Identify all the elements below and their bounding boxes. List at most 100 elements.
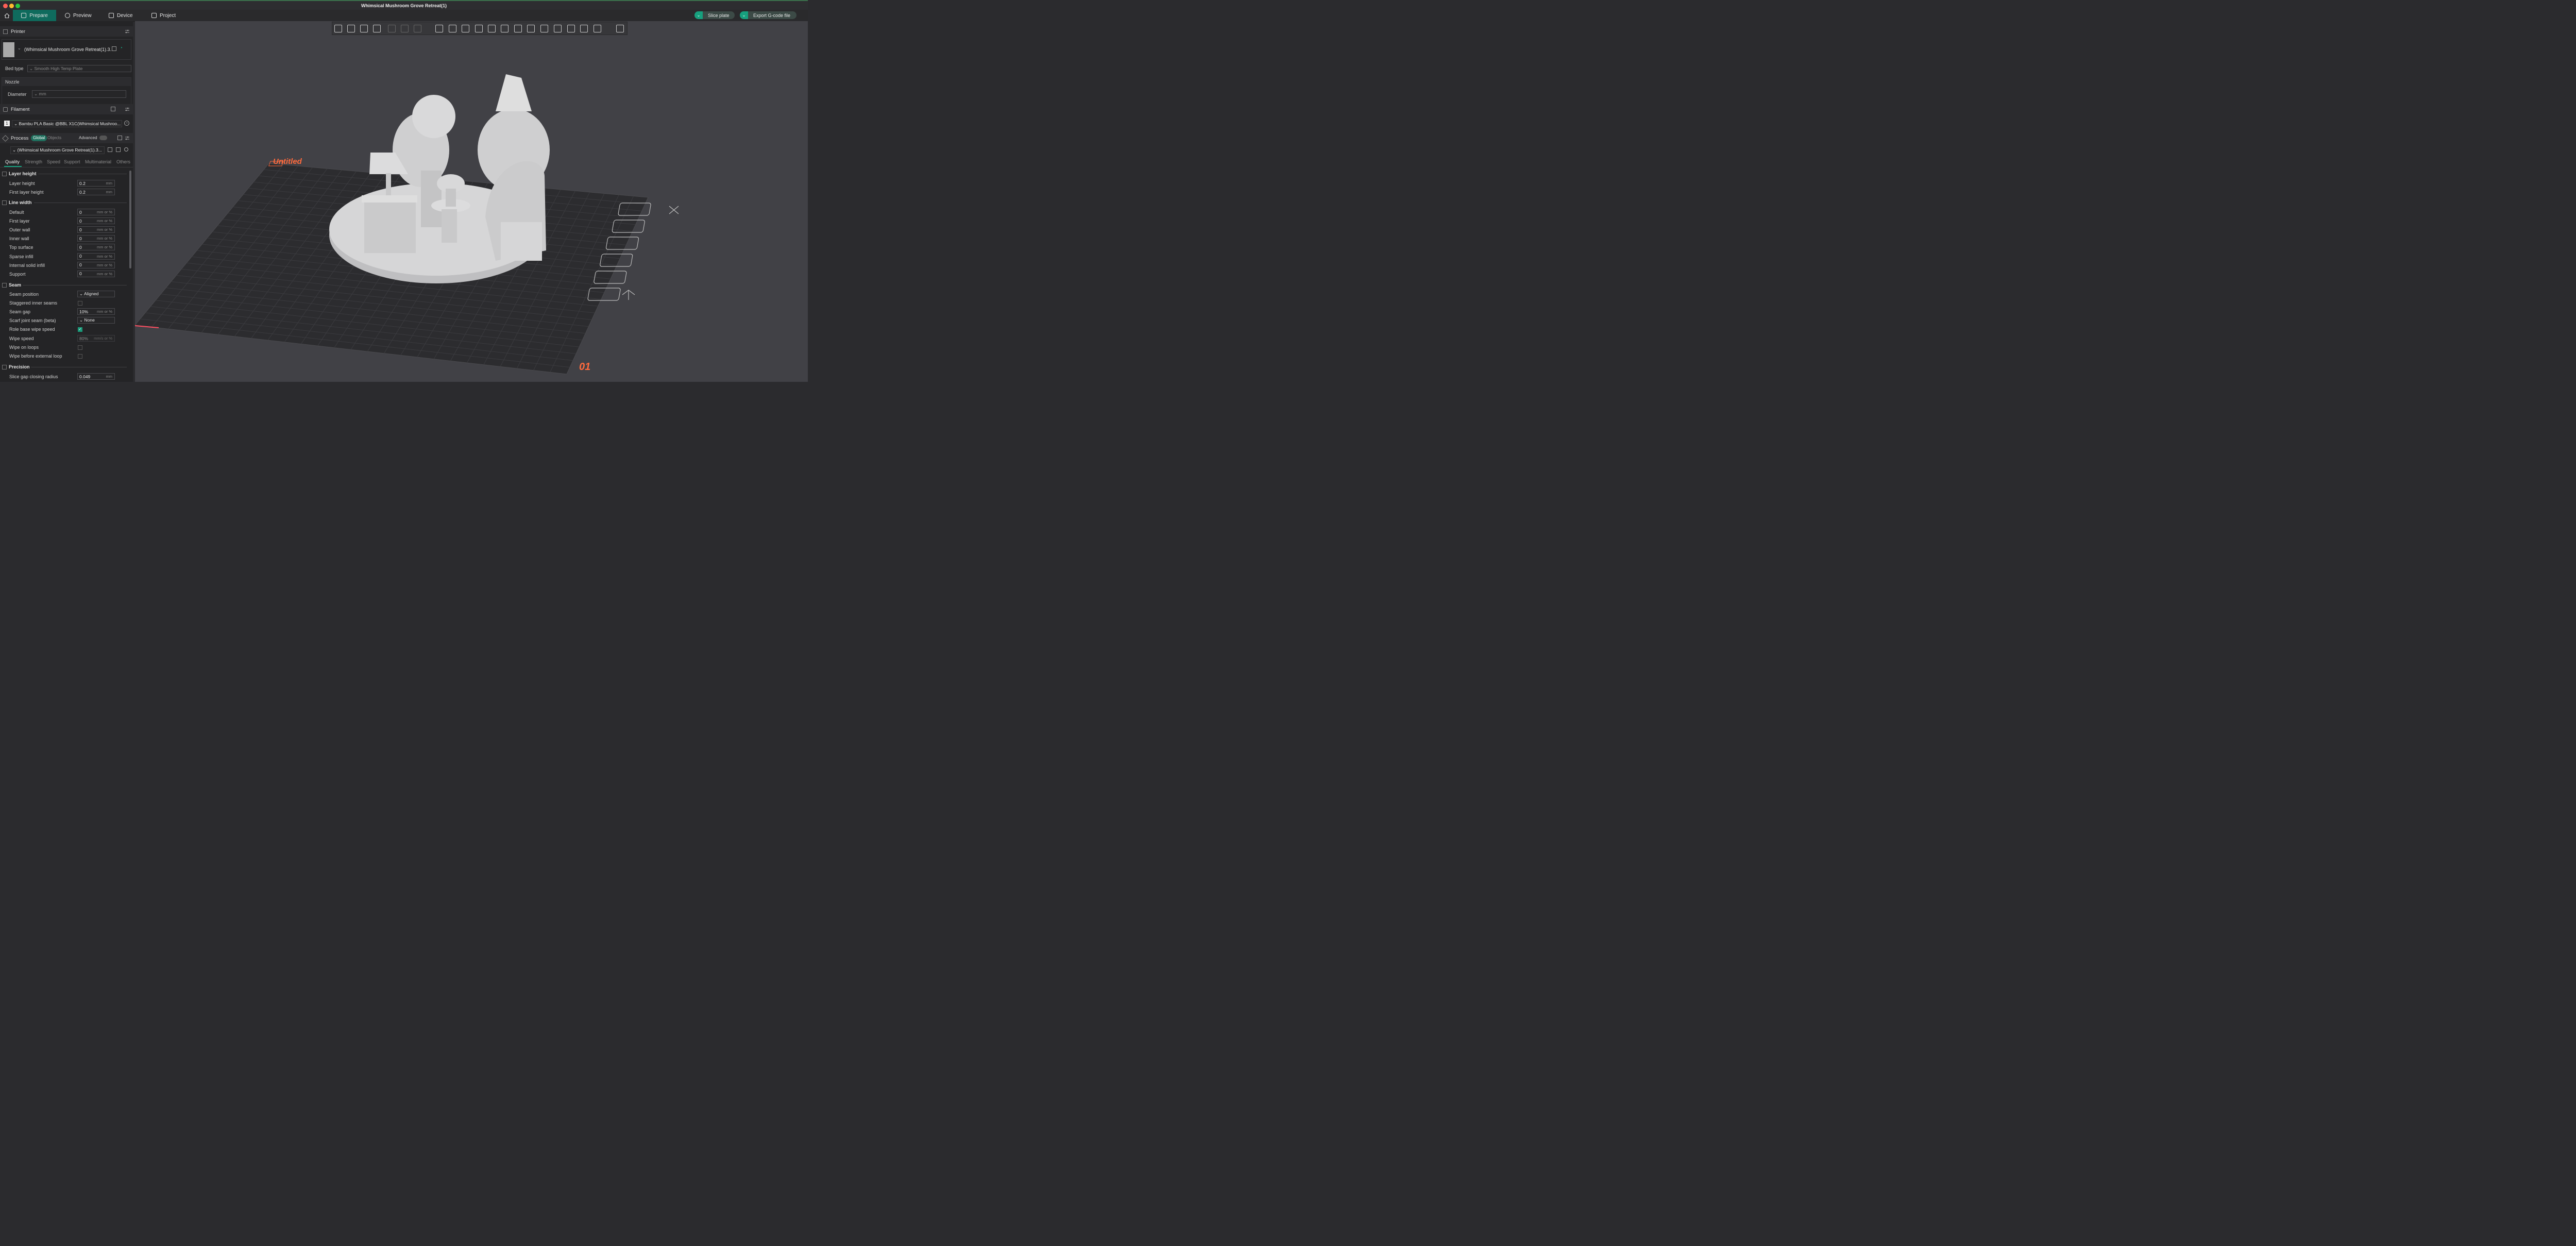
scale-icon[interactable]	[462, 25, 469, 32]
auto-orient-icon[interactable]	[360, 25, 368, 32]
line-width-input[interactable]: 0 mm or %	[77, 244, 115, 251]
line-width-input[interactable]: 0 mm or %	[77, 217, 115, 225]
chevron-down-icon[interactable]: ⌄	[740, 11, 748, 19]
wipe-on-loops-checkbox[interactable]	[78, 345, 82, 350]
layer-height-input[interactable]: 0.2 mm	[77, 180, 115, 187]
unit-label: mm or %	[97, 227, 112, 232]
compare-icon[interactable]	[117, 136, 122, 140]
precision-group-title: Precision	[9, 364, 30, 369]
bed-type-value: Smooth High Temp Plate	[34, 65, 83, 71]
wifi-icon[interactable]: ◔	[120, 45, 123, 51]
line-width-label: Outer wall	[9, 227, 30, 233]
wipe-before-checkbox[interactable]	[78, 354, 82, 359]
slice-gap-input[interactable]: 0.049 mm	[77, 373, 115, 380]
line-width-input[interactable]: 0 mm or %	[77, 261, 115, 268]
support-paint-icon[interactable]	[514, 25, 522, 32]
cube-icon	[21, 13, 27, 18]
seam-paint-icon[interactable]	[527, 25, 535, 32]
cut-icon[interactable]	[488, 25, 496, 32]
tab-quality[interactable]: Quality	[5, 159, 20, 164]
settings-icon[interactable]	[125, 136, 130, 141]
printer-selector[interactable]: ⌄ (Whimsical Mushroom Grove Retreat(1).3…	[2, 39, 131, 60]
tab-prepare[interactable]: Prepare	[13, 10, 56, 21]
text-icon[interactable]	[554, 25, 562, 32]
unit-label: mm or %	[97, 245, 112, 250]
home-button[interactable]	[2, 10, 11, 21]
arrange-icon[interactable]	[373, 25, 381, 32]
process-preset-select[interactable]: ⌄ (Whimsical Mushroom Grove Retreat(1).3…	[10, 146, 105, 154]
seam-position-select[interactable]: ⌄ Aligned	[77, 291, 115, 297]
save-icon[interactable]	[108, 147, 112, 152]
collapse-icon[interactable]	[116, 147, 121, 152]
nozzle-label: Nozzle	[5, 79, 20, 85]
advanced-switch[interactable]	[99, 136, 107, 140]
first-layer-height-input[interactable]: 0.2 mm	[77, 189, 115, 195]
add-object-icon[interactable]	[334, 25, 342, 32]
line-width-input[interactable]: 0 mm or %	[77, 209, 115, 215]
line-width-input[interactable]: 0 mm or %	[77, 252, 115, 260]
bed-type-select[interactable]: ⌄ Smooth High Temp Plate	[27, 65, 131, 72]
chevron-down-icon[interactable]: ⌄	[694, 11, 703, 19]
rotate-icon[interactable]	[449, 25, 456, 32]
global-toggle[interactable]: Global	[31, 135, 47, 141]
objects-toggle[interactable]: Objects	[47, 135, 61, 141]
lay-on-face-icon[interactable]	[475, 25, 483, 32]
tab-preview[interactable]: Preview	[65, 10, 92, 21]
role-wipe-speed-checkbox[interactable]: ✓	[78, 327, 82, 332]
viewport-toolbar	[332, 22, 628, 35]
filament-select[interactable]: ⌄ Bambu PLA Basic @BBL X1C(Whimsical Mus…	[12, 120, 122, 127]
split-parts-icon[interactable]	[401, 25, 409, 32]
scarf-seam-select[interactable]: ⌄ None	[77, 317, 115, 324]
line-width-value: 0	[79, 209, 82, 215]
measure-icon[interactable]	[567, 25, 575, 32]
process-header-label: Process	[11, 135, 29, 141]
add-filament-icon[interactable]	[111, 107, 115, 111]
settings-scrollbar[interactable]	[129, 171, 131, 268]
split-view-icon[interactable]	[616, 25, 624, 32]
bed-type-label: Bed type	[5, 66, 24, 71]
slice-plate-button[interactable]: ⌄ Slice plate	[694, 11, 735, 19]
line-width-label: Sparse infill	[9, 254, 33, 259]
unit-label: mm	[106, 181, 113, 186]
settings-icon[interactable]	[125, 29, 130, 34]
export-gcode-button[interactable]: ⌄ Export G-code file	[740, 11, 796, 19]
tab-project[interactable]: Project	[151, 10, 176, 21]
move-icon[interactable]	[435, 25, 443, 32]
remove-filament-icon[interactable]: −	[124, 121, 129, 126]
edit-icon[interactable]	[112, 46, 116, 51]
tab-strength[interactable]: Strength	[25, 159, 42, 164]
line-width-label: First layer	[9, 218, 30, 224]
diameter-select[interactable]: ⌄ mm	[32, 90, 126, 98]
line-width-input[interactable]: 0 mm or %	[77, 226, 115, 233]
tab-speed[interactable]: Speed	[47, 159, 60, 164]
unit-label: mm or %	[97, 262, 112, 267]
project-icon	[151, 13, 157, 18]
chevron-down-icon[interactable]: ⌄	[18, 46, 21, 50]
seam-gap-input[interactable]: 10% mm or %	[77, 308, 115, 315]
line-width-input[interactable]: 0 mm or %	[77, 270, 115, 277]
settings-icon[interactable]	[125, 107, 130, 112]
build-plate-scene[interactable]: Untitled 01	[135, 21, 808, 382]
process-icon	[2, 134, 9, 142]
3d-viewport[interactable]: Untitled 01	[135, 21, 808, 382]
layers-edit-icon[interactable]	[414, 25, 421, 32]
unit-label: mm	[106, 374, 113, 379]
assembly-icon[interactable]	[580, 25, 588, 32]
color-paint-icon[interactable]	[540, 25, 548, 32]
line-width-input[interactable]: 0 mm or %	[77, 235, 115, 242]
search-icon[interactable]	[124, 147, 128, 151]
tab-support[interactable]: Support	[64, 159, 80, 164]
boolean-icon[interactable]	[501, 25, 509, 32]
tab-others[interactable]: Others	[116, 159, 130, 164]
split-objects-icon[interactable]	[388, 25, 396, 32]
tab-device[interactable]: Device	[109, 10, 133, 21]
filament-slot-badge[interactable]: 1	[4, 121, 10, 126]
wipe-speed-input[interactable]: 80% mm/s or %	[77, 335, 115, 342]
variable-layer-icon[interactable]	[594, 25, 601, 32]
tab-multimaterial[interactable]: Multimaterial	[85, 159, 111, 164]
close-icon	[669, 206, 679, 214]
layer-height-icon	[2, 171, 7, 176]
staggered-seams-checkbox[interactable]	[78, 301, 82, 306]
printer-header-label: Printer	[11, 28, 25, 35]
add-plate-icon[interactable]	[347, 25, 355, 32]
